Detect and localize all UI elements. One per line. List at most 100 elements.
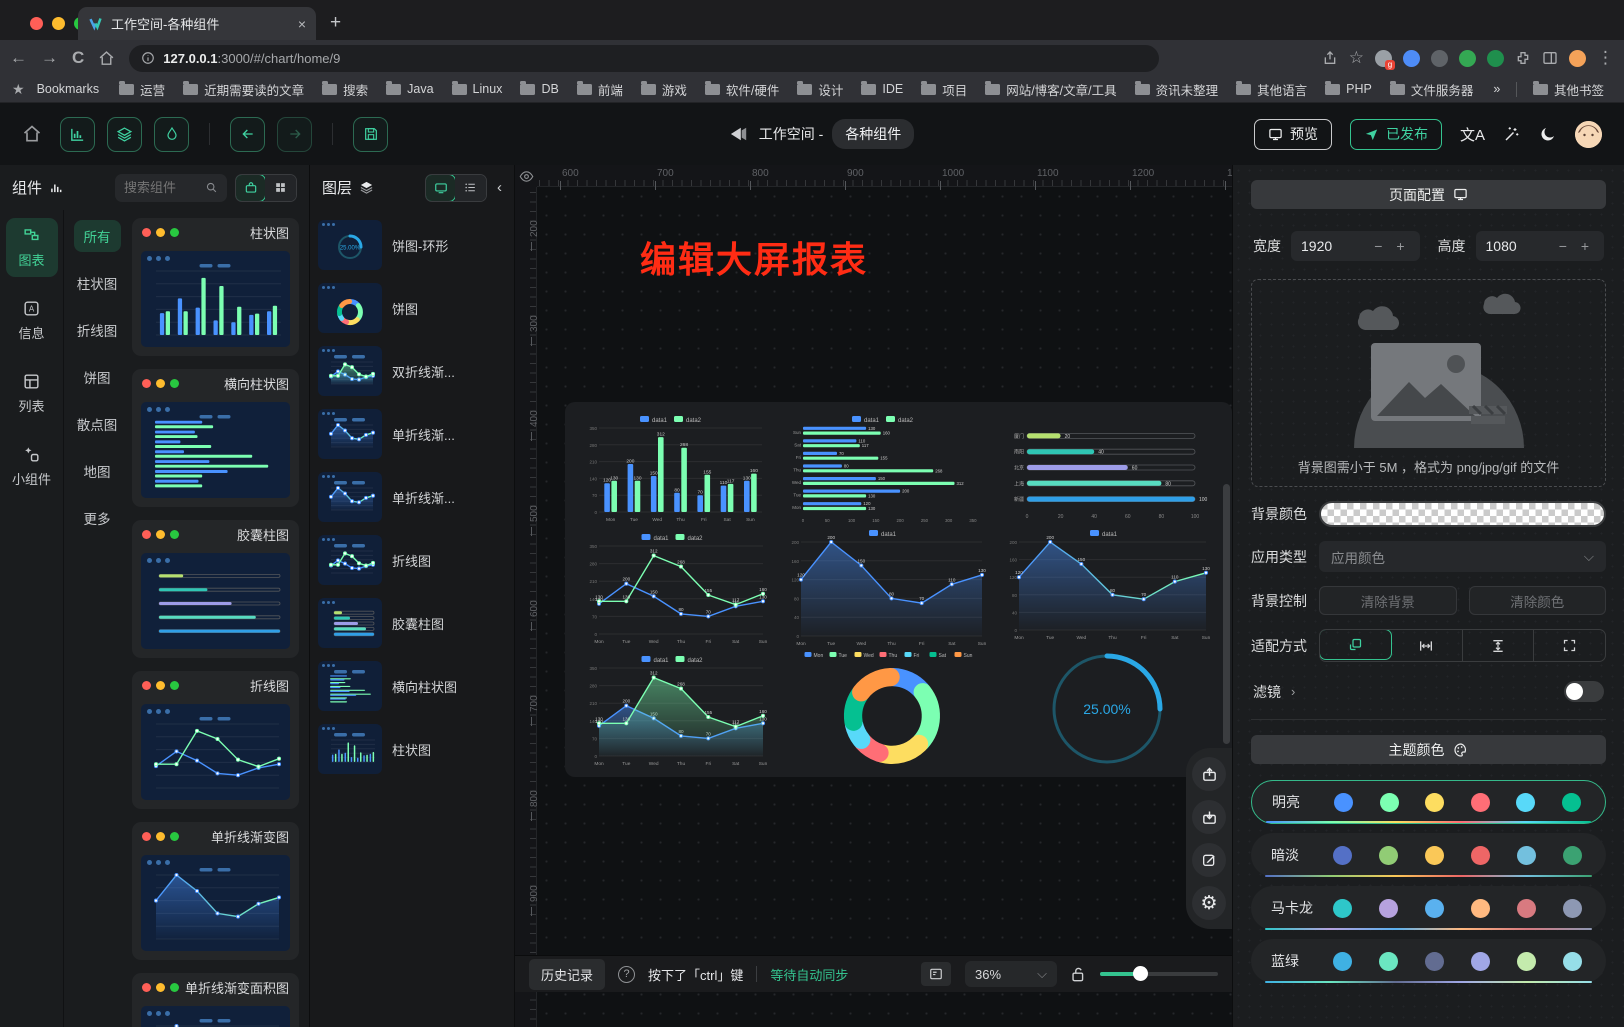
bookmarks-label[interactable]: Bookmarks xyxy=(29,80,108,98)
help-icon[interactable]: ? xyxy=(618,966,635,983)
edit-button[interactable] xyxy=(1192,843,1226,877)
extension-icon-green[interactable] xyxy=(1459,50,1476,67)
forward-icon[interactable]: → xyxy=(41,48,58,68)
zoom-slider-knob[interactable] xyxy=(1133,966,1148,981)
tab-close-icon[interactable]: × xyxy=(298,16,306,32)
dashboard-preview-panel[interactable]: data1data2070140210280350120200150807011… xyxy=(565,402,1232,777)
layer-item[interactable]: 胶囊柱图 xyxy=(318,598,506,648)
theme-option-蓝绿[interactable]: 蓝绿 xyxy=(1251,939,1606,983)
fit-auto-button[interactable] xyxy=(1319,629,1392,660)
detail-panel-toggle-button[interactable] xyxy=(154,117,189,152)
theme-option-马卡龙[interactable]: 马卡龙 xyxy=(1251,886,1606,930)
preview-button[interactable]: 预览 xyxy=(1254,119,1332,150)
extension-icon-adblock[interactable] xyxy=(1487,50,1504,67)
bookmark-folder[interactable]: 游戏 xyxy=(633,78,695,101)
component-search[interactable] xyxy=(115,174,227,202)
category-更多[interactable]: 更多 xyxy=(74,502,121,534)
rail-tab-列表[interactable]: 列表 xyxy=(6,364,58,423)
browser-profile-avatar[interactable] xyxy=(1569,50,1586,67)
bookmark-folder[interactable]: 设计 xyxy=(789,78,851,101)
save-button[interactable] xyxy=(353,117,388,152)
bookmark-folder[interactable]: 资讯未整理 xyxy=(1127,78,1227,101)
layer-item[interactable]: 单折线渐... xyxy=(318,472,506,522)
layer-item[interactable]: 饼图 xyxy=(318,283,506,333)
bookmark-folder[interactable]: 项目 xyxy=(913,78,975,101)
rail-tab-图表[interactable]: 图表 xyxy=(6,218,58,277)
bookmark-folder[interactable]: 文件服务器 xyxy=(1382,78,1482,101)
list-view-toggle[interactable] xyxy=(455,175,486,201)
reload-icon[interactable]: C xyxy=(72,48,84,68)
site-info-icon[interactable] xyxy=(141,51,155,65)
page-config-header[interactable]: 页面配置 xyxy=(1251,180,1606,209)
theme-option-明亮[interactable]: 明亮 xyxy=(1251,780,1606,824)
zoom-level-select[interactable]: 36% ⌵ xyxy=(965,961,1057,987)
project-name-badge[interactable]: 各种组件 xyxy=(832,119,914,149)
bookmark-folder[interactable]: 网站/博客/文章/工具 xyxy=(977,78,1124,101)
rail-tab-小组件[interactable]: 小组件 xyxy=(6,437,58,496)
app-home-icon[interactable] xyxy=(22,124,42,144)
magic-wand-icon[interactable] xyxy=(1503,125,1521,143)
bookmark-folder[interactable]: PHP xyxy=(1317,80,1380,98)
layer-item[interactable]: 横向柱状图 xyxy=(318,661,506,711)
rail-tab-信息[interactable]: A信息 xyxy=(6,291,58,350)
height-stepper[interactable]: − + xyxy=(1559,238,1594,254)
category-地图[interactable]: 地图 xyxy=(74,455,121,487)
redo-button[interactable] xyxy=(277,117,312,152)
vertical-scrollbar[interactable] xyxy=(1223,484,1230,744)
theme-color-header[interactable]: 主题颜色 xyxy=(1251,735,1606,764)
settings-gear-icon[interactable]: ⚙ xyxy=(1192,886,1226,920)
component-card-list[interactable]: 柱状图横向柱状图胶囊柱图折线图单折线渐变图单折线渐变面积图 xyxy=(130,210,309,1027)
clear-color-button[interactable]: 清除颜色 xyxy=(1469,586,1607,615)
category-饼图[interactable]: 饼图 xyxy=(74,361,121,393)
side-panel-icon[interactable] xyxy=(1542,50,1558,66)
bookmark-folder[interactable]: 运营 xyxy=(111,78,173,101)
background-upload-dropzone[interactable]: 背景图需小于 5M ，格式为 png/jpg/gif 的文件 xyxy=(1251,279,1606,487)
editor-canvas[interactable]: 6007008009001000110012001300 20030040050… xyxy=(515,165,1232,1027)
export-button[interactable] xyxy=(1192,757,1226,791)
component-card-柱状图[interactable]: 柱状图 xyxy=(132,218,299,356)
zoom-lock-icon[interactable] xyxy=(1071,966,1086,983)
category-所有[interactable]: 所有 xyxy=(74,220,121,252)
canvas-text-widget[interactable]: 编辑大屏报表 xyxy=(640,231,868,283)
layer-item[interactable]: 单折线渐... xyxy=(318,409,506,459)
history-button[interactable]: 历史记录 xyxy=(529,959,605,990)
zoom-slider[interactable] xyxy=(1100,972,1218,976)
bookmark-folder[interactable]: 其他语言 xyxy=(1228,78,1315,101)
thumbnail-view-toggle[interactable] xyxy=(425,174,456,202)
extension-icon-gray[interactable] xyxy=(1431,50,1448,67)
chevron-right-icon[interactable]: › xyxy=(1291,684,1295,699)
undo-button[interactable] xyxy=(230,117,265,152)
charts-panel-toggle-button[interactable] xyxy=(60,117,95,152)
other-bookmarks[interactable]: 其他书签 xyxy=(1525,78,1612,101)
filter-toggle[interactable] xyxy=(1564,681,1604,702)
widget-capsule-chart[interactable]: 厦门20南阳40北京60上海80新疆100020406080100 xyxy=(1003,420,1211,520)
apply-type-select[interactable]: 应用颜色 ⌵ xyxy=(1319,541,1606,572)
publish-button[interactable]: 已发布 xyxy=(1350,119,1442,150)
user-avatar[interactable] xyxy=(1575,121,1602,148)
window-minimize-button[interactable] xyxy=(52,17,65,30)
theme-option-暗淡[interactable]: 暗淡 xyxy=(1251,833,1606,877)
browser-tab[interactable]: 工作空间-各种组件 × xyxy=(78,7,316,40)
detail-drawer-button[interactable] xyxy=(921,962,951,986)
widget-horizontal-bar-chart[interactable]: data1data2Sun130160Sat110117Fri70155Thu8… xyxy=(785,414,987,524)
component-card-单折线渐变图[interactable]: 单折线渐变图 xyxy=(132,822,299,960)
width-stepper[interactable]: − + xyxy=(1374,238,1409,254)
widget-donut-chart[interactable]: MonTueWedThuFriSatSun xyxy=(797,650,987,768)
bookmark-star-icon[interactable]: ☆ xyxy=(1349,48,1364,68)
search-input[interactable] xyxy=(124,180,199,195)
component-card-横向柱状图[interactable]: 横向柱状图 xyxy=(132,369,299,507)
single-view-toggle[interactable] xyxy=(235,174,266,202)
grid-view-toggle[interactable] xyxy=(265,175,296,201)
canvas-grid[interactable]: 编辑大屏报表 data1data207014021028035012020015… xyxy=(537,187,1232,1027)
bookmark-folder[interactable]: 搜索 xyxy=(314,78,376,101)
new-tab-button[interactable]: + xyxy=(330,13,341,32)
import-button[interactable] xyxy=(1192,800,1226,834)
layer-list[interactable]: 25.00%饼图-环形饼图双折线渐...单折线渐...单折线渐...折线图胶囊柱… xyxy=(310,210,514,1027)
fit-width-button[interactable] xyxy=(1391,630,1463,661)
back-icon[interactable]: ← xyxy=(10,48,27,68)
height-input[interactable]: 1080− + xyxy=(1476,231,1605,261)
guides-visibility-eye-icon[interactable] xyxy=(515,165,537,187)
component-card-单折线渐变面积图[interactable]: 单折线渐变面积图 xyxy=(132,973,299,1027)
bookmark-folder[interactable]: 软件/硬件 xyxy=(697,78,787,101)
home-icon[interactable] xyxy=(98,50,115,67)
